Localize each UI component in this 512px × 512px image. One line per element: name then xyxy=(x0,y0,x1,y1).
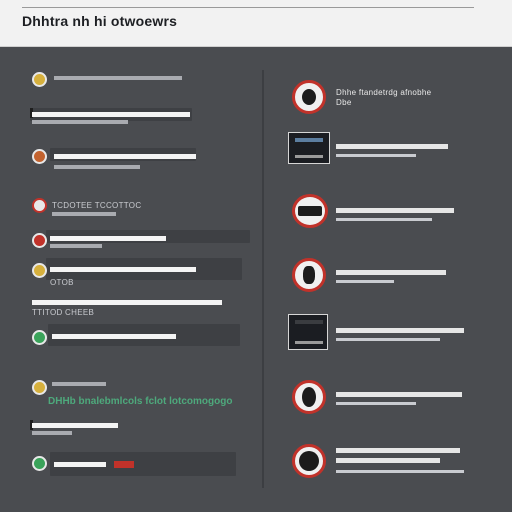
status-dot xyxy=(32,380,47,395)
list-item[interactable] xyxy=(30,146,260,176)
column-divider xyxy=(262,70,264,488)
list-item[interactable] xyxy=(30,70,260,100)
item-title-bar xyxy=(336,448,460,453)
item-title-bar xyxy=(50,267,196,272)
item-title-bar xyxy=(32,112,190,117)
status-dot xyxy=(32,263,47,278)
item-title-bar xyxy=(54,154,196,159)
item-title-bar xyxy=(336,392,462,397)
item-subtitle-bar xyxy=(32,431,72,435)
list-item[interactable] xyxy=(288,132,488,172)
item-caption: OTOB xyxy=(50,278,74,287)
item-title-bar xyxy=(52,382,106,386)
item-subtitle-bar xyxy=(50,244,102,248)
item-badge xyxy=(114,461,134,468)
item-subtitle-bar xyxy=(54,165,140,169)
list-item[interactable]: Dhhe ftandetrdg afnobhe Dbe xyxy=(288,80,488,120)
item-label: Dhhe ftandetrdg afnobhe xyxy=(336,88,432,97)
record-icon xyxy=(292,380,326,414)
item-title-bar xyxy=(336,208,454,213)
monitor-icon xyxy=(288,132,330,164)
item-caption: TTITOD CHEEB xyxy=(32,308,95,317)
list-item[interactable]: DHHb bnalebmlcols fclot lotcomogogo xyxy=(30,378,260,408)
app-title: Dhhtra nh hi otwoewrs xyxy=(22,13,178,29)
list-item[interactable] xyxy=(288,444,488,484)
item-caption: TCDOTEE TCCOTTOC xyxy=(52,201,142,210)
item-title-bar xyxy=(336,144,448,149)
list-item[interactable]: OTOB xyxy=(30,258,260,288)
item-subtitle-bar xyxy=(52,212,116,216)
bottle-icon xyxy=(292,258,326,292)
header-rule xyxy=(22,7,474,8)
status-dot xyxy=(32,149,47,164)
item-title-bar xyxy=(32,300,222,305)
list-item[interactable] xyxy=(288,194,488,234)
record-icon xyxy=(292,444,326,478)
status-dot xyxy=(32,72,47,87)
item-subtitle-bar xyxy=(336,218,432,221)
list-item[interactable] xyxy=(30,452,260,482)
item-sublabel: Dbe xyxy=(336,98,352,107)
item-title-bar xyxy=(336,458,440,463)
highlight-link[interactable]: DHHb bnalebmlcols fclot lotcomogogo xyxy=(48,396,232,407)
status-dot xyxy=(32,456,47,471)
list-item[interactable]: TCDOTEE TCCOTTOC xyxy=(30,196,260,226)
monitor-icon xyxy=(288,314,328,350)
item-title-bar xyxy=(336,328,464,333)
status-dot xyxy=(32,233,47,248)
list-item[interactable] xyxy=(30,324,260,354)
item-subtitle-bar xyxy=(336,470,464,473)
item-title-bar xyxy=(52,334,176,339)
list-item[interactable] xyxy=(288,314,488,354)
item-subtitle-bar xyxy=(336,338,440,341)
item-title-bar xyxy=(32,423,118,428)
list-item[interactable] xyxy=(288,258,488,298)
status-dot xyxy=(32,330,47,345)
item-title-bar xyxy=(50,236,166,241)
item-subtitle-bar xyxy=(336,402,416,405)
list-item[interactable] xyxy=(288,380,488,420)
record-icon xyxy=(292,80,326,114)
item-title-bar xyxy=(54,462,106,467)
item-title-bar xyxy=(336,270,446,275)
list-item[interactable] xyxy=(30,228,260,258)
list-item[interactable] xyxy=(30,108,260,138)
item-title-bar xyxy=(54,76,182,80)
camera-icon xyxy=(292,194,328,228)
item-subtitle-bar xyxy=(336,154,416,157)
list-item[interactable] xyxy=(30,420,260,450)
item-subtitle-bar xyxy=(32,120,128,124)
status-dot xyxy=(32,198,47,213)
app-header: Dhhtra nh hi otwoewrs xyxy=(0,0,512,47)
item-subtitle-bar xyxy=(336,280,394,283)
